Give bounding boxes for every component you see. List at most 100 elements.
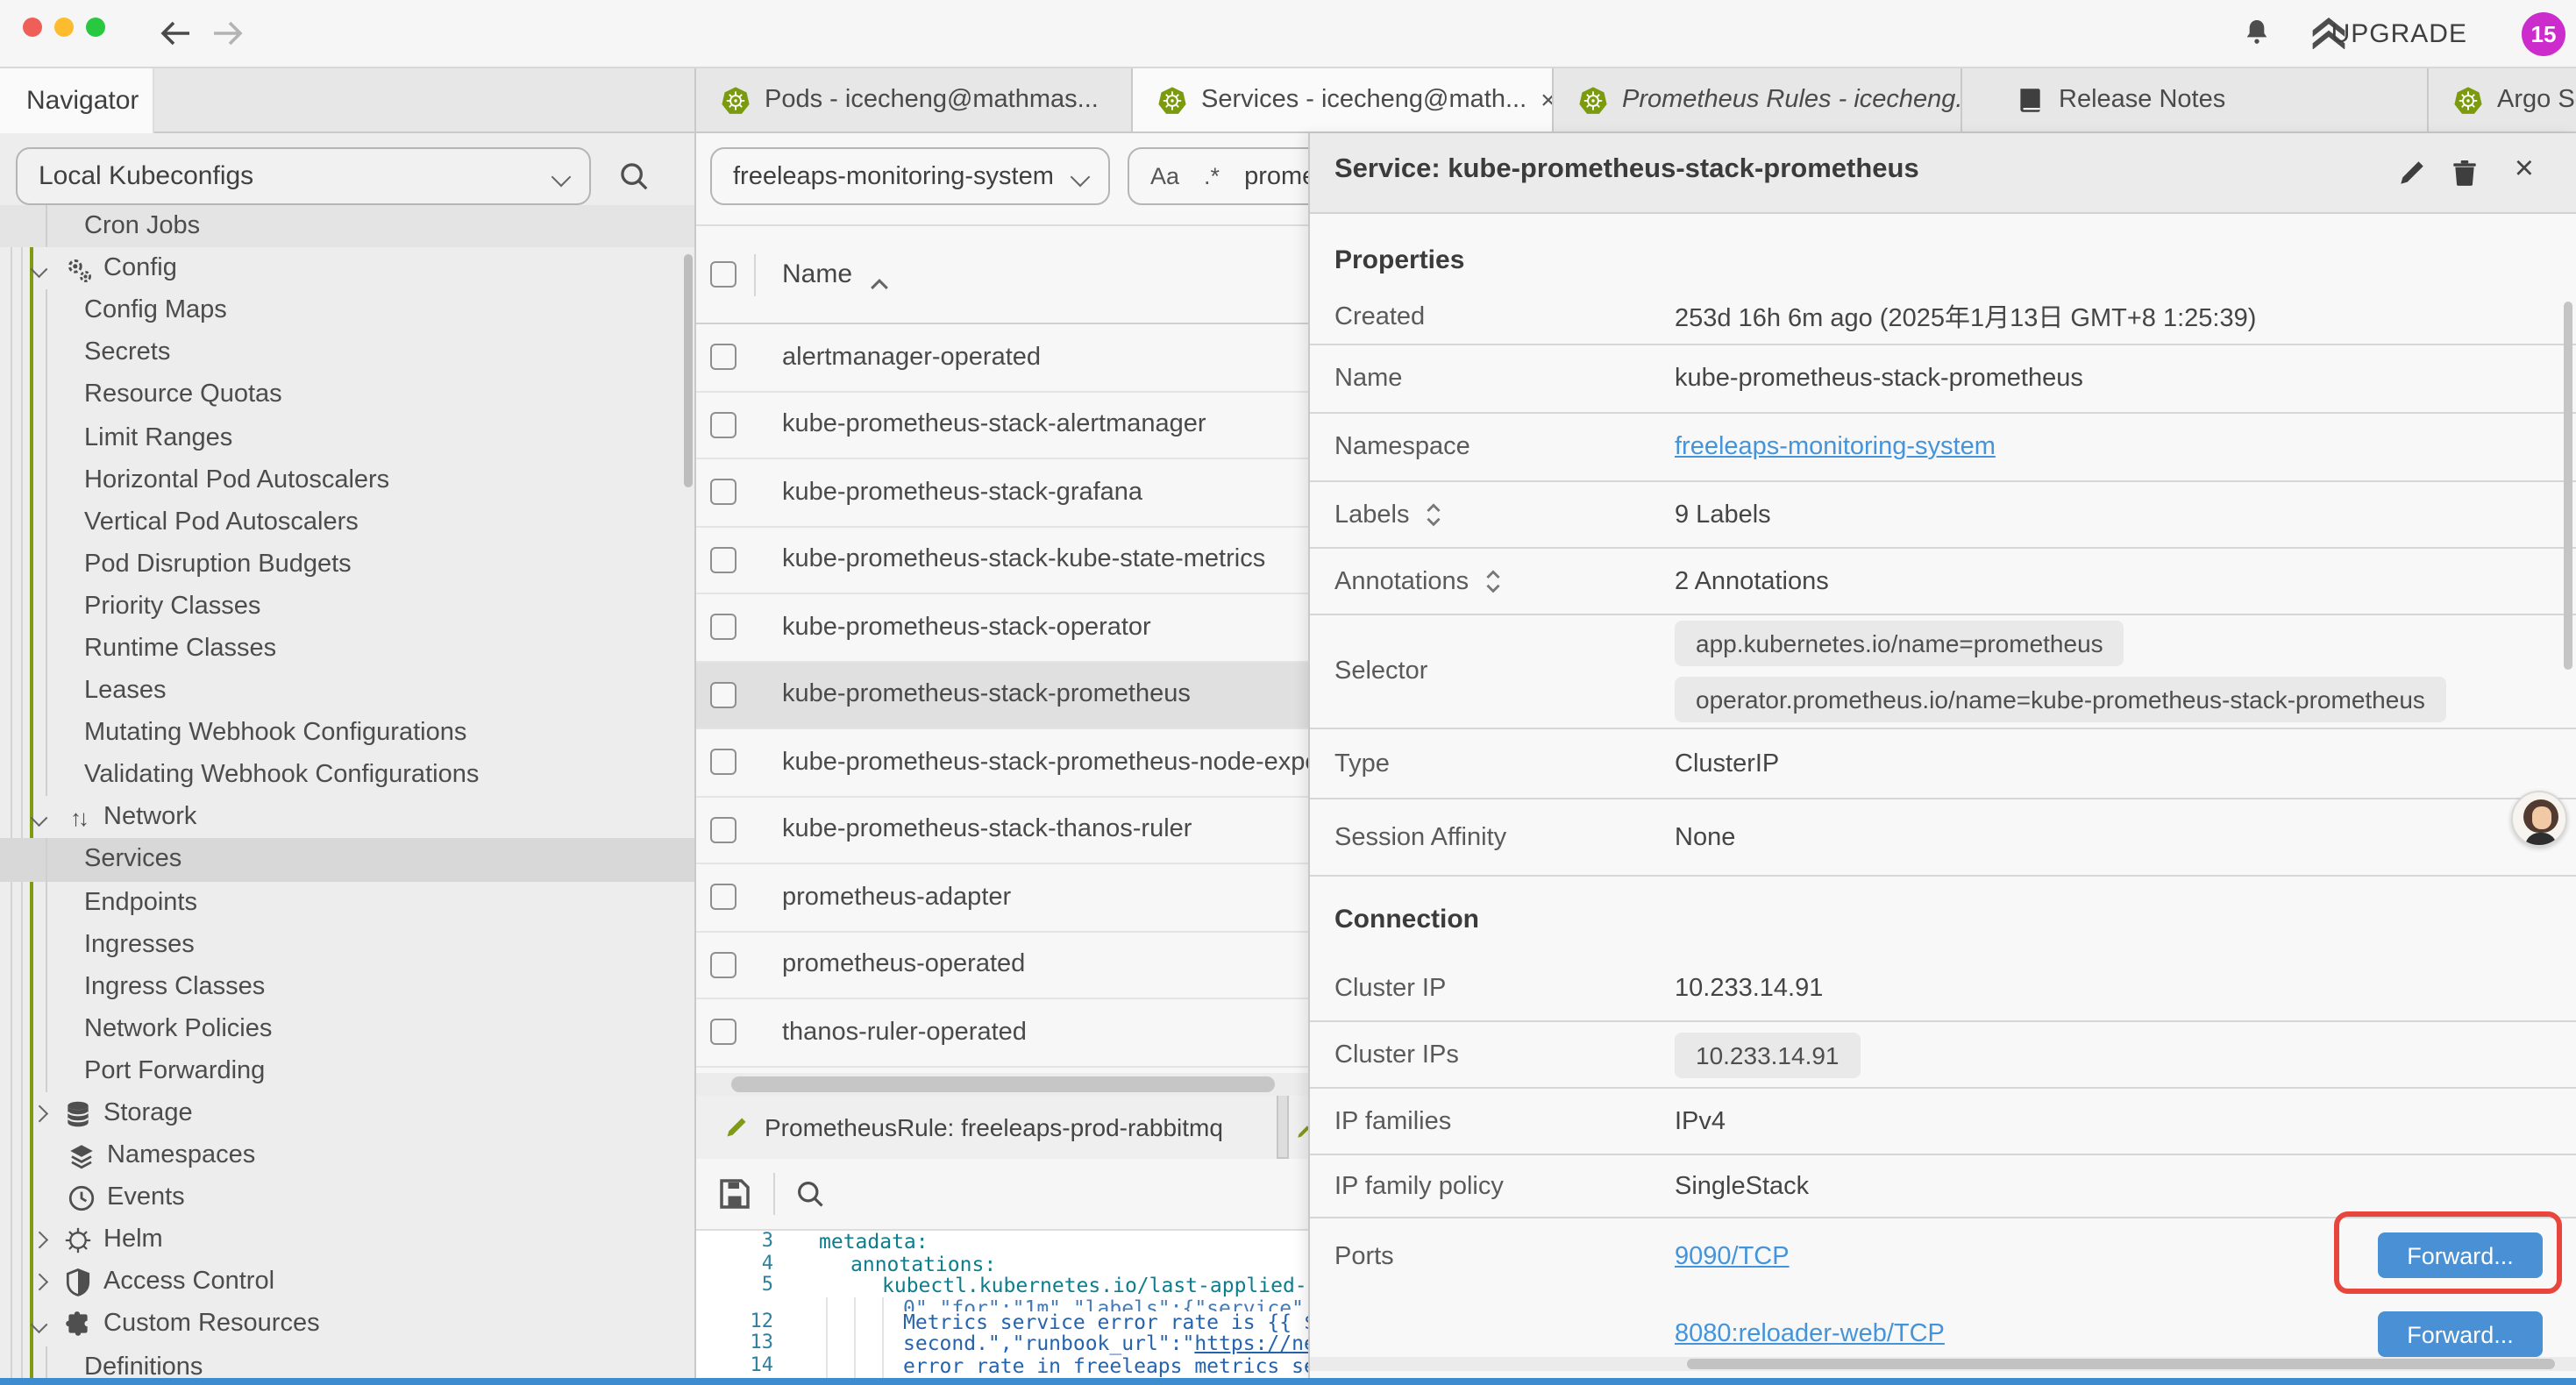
sidebar-item-horizontal-pod-autoscalers[interactable]: Horizontal Pod Autoscalers (0, 458, 694, 501)
tab-services-icecheng-math-[interactable]: Services - icecheng@math...× (1133, 68, 1554, 131)
row-checkbox[interactable] (710, 412, 737, 438)
navigator-tab[interactable]: Navigator (0, 68, 154, 133)
sidebar-item-helm[interactable]: Helm (0, 1219, 694, 1261)
tab-release-notes[interactable]: Release Notes (1962, 68, 2429, 131)
scrollbar-thumb[interactable] (731, 1076, 1275, 1092)
sidebar-item-validating-webhook-configurations[interactable]: Validating Webhook Configurations (0, 754, 694, 796)
sidebar-search-icon[interactable] (617, 160, 651, 193)
tab-prometheus-rules-icecheng-[interactable]: Prometheus Rules - icecheng... (1554, 68, 1962, 131)
sidebar-item-endpoints[interactable]: Endpoints (0, 881, 694, 923)
sidebar-scrollbar[interactable] (684, 254, 693, 487)
column-name-header[interactable]: Name (782, 259, 852, 289)
table-row[interactable]: kube-prometheus-stack-alertmanager (696, 392, 1308, 459)
maximize-window-button[interactable] (86, 18, 105, 37)
row-checkbox[interactable] (710, 682, 737, 708)
sidebar-item-namespaces[interactable]: Namespaces (0, 1134, 694, 1176)
table-horizontal-scrollbar[interactable] (696, 1073, 1308, 1096)
sidebar-item-port-forwarding[interactable]: Port Forwarding (0, 1050, 694, 1092)
back-icon[interactable] (158, 19, 193, 47)
editor-tab-partial[interactable] (1287, 1096, 1308, 1159)
row-checkbox[interactable] (710, 1019, 737, 1046)
close-icon[interactable]: × (2515, 151, 2534, 189)
table-row[interactable]: alertmanager-operated (696, 324, 1308, 392)
table-row[interactable]: kube-prometheus-stack-operator (696, 594, 1308, 662)
tab-argo-se[interactable]: Argo Se (2429, 68, 2576, 131)
sidebar-item-runtime-classes[interactable]: Runtime Classes (0, 628, 694, 670)
sidebar-item-ingress-classes[interactable]: Ingress Classes (0, 965, 694, 1007)
sidebar-item-mutating-webhook-configurations[interactable]: Mutating Webhook Configurations (0, 712, 694, 754)
row-checkbox[interactable] (710, 749, 737, 776)
tab-pods-icecheng-mathmas-[interactable]: Pods - icecheng@mathmas... (696, 68, 1133, 131)
chevron-right-icon[interactable] (28, 1234, 49, 1246)
sidebar-item-vertical-pod-autoscalers[interactable]: Vertical Pod Autoscalers (0, 501, 694, 543)
editor-search-icon[interactable] (794, 1178, 826, 1210)
notification-count-badge[interactable]: 15 (2522, 12, 2565, 56)
forward-button-2[interactable]: Forward... (2378, 1311, 2543, 1357)
table-search-input[interactable]: Aa .* prome (1128, 147, 1308, 205)
detail-vertical-scrollbar[interactable] (2564, 302, 2572, 670)
row-checkbox[interactable] (710, 547, 737, 573)
sidebar-item-config[interactable]: Config (0, 247, 694, 289)
sidebar-item-cron-jobs[interactable]: Cron Jobs (0, 205, 694, 247)
chevron-right-icon[interactable] (28, 1108, 49, 1119)
table-row[interactable]: kube-prometheus-stack-thanos-ruler (696, 797, 1308, 864)
sidebar-item-network-policies[interactable]: Network Policies (0, 1008, 694, 1050)
namespace-select[interactable]: freeleaps-monitoring-system (710, 147, 1110, 205)
row-checkbox[interactable] (710, 614, 737, 641)
sidebar-item-network[interactable]: ↑↓Network (0, 797, 694, 839)
editor-tab-prometheusrule[interactable]: PrometheusRule: freeleaps-prod-rabbitmq (696, 1096, 1278, 1159)
table-row[interactable]: prometheus-adapter (696, 864, 1308, 932)
sidebar-item-access-control[interactable]: Access Control (0, 1261, 694, 1303)
regex-icon[interactable]: .* (1204, 163, 1220, 189)
match-case-icon[interactable]: Aa (1150, 163, 1179, 189)
yaml-editor[interactable]: 3metadata:4annotations:5kubectl.kubernet… (696, 1231, 1308, 1378)
chevron-right-icon[interactable] (28, 1276, 49, 1288)
expand-toggle-icon[interactable] (1423, 501, 1442, 528)
table-row[interactable]: kube-prometheus-stack-kube-state-metrics (696, 527, 1308, 594)
sidebar-item-events[interactable]: Events (0, 1176, 694, 1218)
sidebar-item-config-maps[interactable]: Config Maps (0, 289, 694, 331)
sidebar-item-definitions[interactable]: Definitions (0, 1346, 694, 1378)
delete-trash-icon[interactable] (2450, 158, 2480, 188)
select-all-checkbox[interactable] (710, 261, 737, 288)
table-row[interactable]: kube-prometheus-stack-grafana (696, 459, 1308, 527)
sidebar-item-resource-quotas[interactable]: Resource Quotas (0, 374, 694, 416)
sort-ascending-icon[interactable] (870, 268, 889, 281)
forward-icon[interactable] (210, 19, 246, 47)
chevron-down-icon[interactable] (28, 263, 49, 274)
row-checkbox[interactable] (710, 952, 737, 978)
chevron-down-icon[interactable] (28, 812, 49, 823)
sidebar-item-pod-disruption-budgets[interactable]: Pod Disruption Budgets (0, 543, 694, 586)
kubeconfig-select[interactable]: Local Kubeconfigs (16, 147, 591, 205)
namespace-link[interactable]: freeleaps-monitoring-system (1675, 433, 1996, 461)
sidebar-item-secrets[interactable]: Secrets (0, 332, 694, 374)
detail-horizontal-scrollbar[interactable] (1310, 1357, 2576, 1371)
table-row[interactable]: kube-prometheus-stack-prometheus (696, 662, 1308, 729)
table-row[interactable]: thanos-ruler-operated (696, 999, 1308, 1067)
sidebar-item-ingresses[interactable]: Ingresses (0, 923, 694, 965)
port-link-2[interactable]: 8080:reloader-web/TCP (1675, 1320, 1945, 1348)
table-row[interactable]: prometheus-operated (696, 932, 1308, 999)
port-link-1[interactable]: 9090/TCP (1675, 1243, 1790, 1271)
sidebar-item-priority-classes[interactable]: Priority Classes (0, 586, 694, 628)
minimize-window-button[interactable] (54, 18, 74, 37)
expand-toggle-icon[interactable] (1483, 568, 1502, 594)
scrollbar-thumb[interactable] (1687, 1359, 2555, 1369)
close-window-button[interactable] (23, 18, 42, 37)
sidebar-item-limit-ranges[interactable]: Limit Ranges (0, 416, 694, 458)
table-row[interactable]: kube-prometheus-stack-prometheus-node-ex… (696, 729, 1308, 797)
sidebar-item-services[interactable]: Services (0, 839, 694, 881)
chevron-down-icon[interactable] (28, 1318, 49, 1330)
save-icon[interactable] (717, 1176, 752, 1211)
upgrade-label[interactable]: UPGRADE (2331, 19, 2467, 49)
close-tab-icon[interactable]: × (1526, 85, 1554, 115)
row-checkbox[interactable] (710, 817, 737, 843)
edit-pencil-icon[interactable] (2397, 158, 2427, 188)
sidebar-item-custom-resources[interactable]: Custom Resources (0, 1303, 694, 1346)
notifications-bell-icon[interactable] (2239, 16, 2274, 51)
row-checkbox[interactable] (710, 344, 737, 371)
row-checkbox[interactable] (710, 479, 737, 506)
row-checkbox[interactable] (710, 884, 737, 911)
sidebar-item-storage[interactable]: Storage (0, 1092, 694, 1134)
sidebar-item-leases[interactable]: Leases (0, 670, 694, 712)
